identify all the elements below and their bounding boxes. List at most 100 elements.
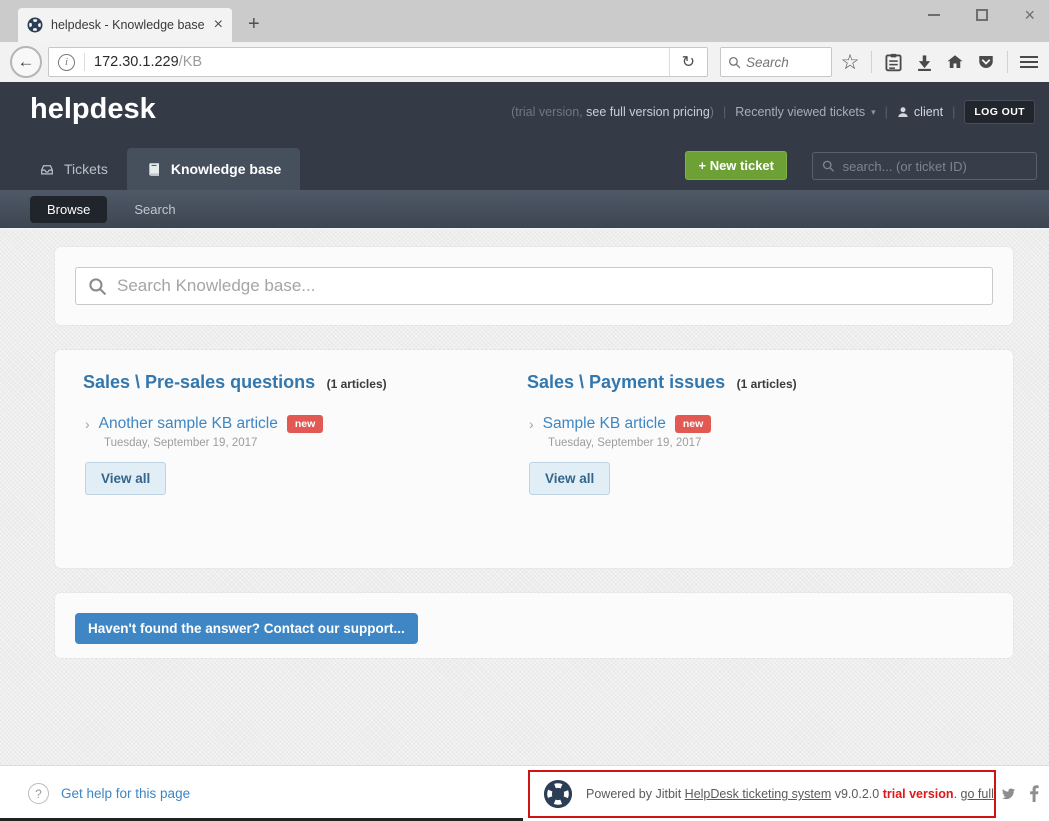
category-article-count: (1 articles) <box>327 377 387 391</box>
article-date: Tuesday, September 19, 2017 <box>104 437 527 449</box>
social-links <box>1000 785 1039 802</box>
kb-search-card <box>55 247 1013 325</box>
article-row: › Another sample KB article new <box>83 415 527 433</box>
browser-search-input[interactable] <box>746 55 814 70</box>
page-content: Sales \ Pre-sales questions (1 articles)… <box>0 228 1049 765</box>
pocket-icon[interactable] <box>976 51 996 73</box>
kb-subnav: Browse Search <box>0 190 1049 228</box>
contact-support-button[interactable]: Haven't found the answer? Contact our su… <box>75 613 418 644</box>
url-divider <box>84 53 85 71</box>
category-article-count: (1 articles) <box>737 377 797 391</box>
new-badge: new <box>675 415 711 433</box>
ticket-search-field[interactable] <box>812 152 1037 180</box>
page-footer: ? Get help for this page Powered by Jitb… <box>0 765 1049 821</box>
window-minimize-icon[interactable] <box>928 14 940 16</box>
site-info-icon[interactable]: i <box>58 54 75 71</box>
meta-separator: | <box>952 105 955 119</box>
trial-version-note: (trial version, see full version pricing… <box>511 105 714 119</box>
full-version-pricing-link[interactable]: see full version pricing <box>586 105 710 119</box>
kb-search-field[interactable] <box>75 267 993 305</box>
jitbit-logo-icon <box>543 779 573 809</box>
inbox-icon <box>39 162 55 177</box>
help-question-icon: ? <box>28 783 49 804</box>
article-row: › Sample KB article new <box>527 415 971 433</box>
chevron-right-icon: › <box>529 416 534 432</box>
go-full-link[interactable]: go full <box>961 787 994 801</box>
tab-knowledge-base-label: Knowledge base <box>171 161 281 177</box>
url-bar[interactable]: i 172.30.1.229/KB ↻ <box>48 47 708 77</box>
subnav-browse[interactable]: Browse <box>30 196 107 223</box>
downloads-icon[interactable] <box>914 51 934 73</box>
tab-knowledge-base[interactable]: Knowledge base <box>127 148 300 190</box>
toolbar-divider <box>871 51 872 73</box>
back-button[interactable]: ← <box>10 46 42 78</box>
helpdesk-system-link[interactable]: HelpDesk ticketing system <box>685 787 832 801</box>
search-icon <box>822 159 835 173</box>
url-path: /KB <box>179 54 202 70</box>
browser-tab[interactable]: helpdesk - Knowledge base × <box>18 8 232 42</box>
article-link[interactable]: Another sample KB article <box>99 415 278 433</box>
window-maximize-icon[interactable] <box>976 9 988 21</box>
view-all-button[interactable]: View all <box>85 462 166 495</box>
logout-button[interactable]: LOG OUT <box>964 100 1035 124</box>
category-heading: Sales \ Payment issues (1 articles) <box>527 372 971 393</box>
url-text[interactable]: 172.30.1.229/KB <box>94 54 669 70</box>
new-badge: new <box>287 415 323 433</box>
kb-category: Sales \ Pre-sales questions (1 articles)… <box>83 372 527 546</box>
user-icon <box>897 106 909 118</box>
kb-categories-card: Sales \ Pre-sales questions (1 articles)… <box>55 350 1013 568</box>
bookmarks-menu-icon[interactable] <box>883 51 903 73</box>
meta-separator: | <box>885 105 888 119</box>
get-help-link[interactable]: Get help for this page <box>61 786 190 801</box>
meta-separator: | <box>723 105 726 119</box>
contact-support-card: Haven't found the answer? Contact our su… <box>55 593 1013 658</box>
chevron-down-icon: ▾ <box>871 107 876 118</box>
new-ticket-button[interactable]: + New ticket <box>685 151 787 180</box>
article-link[interactable]: Sample KB article <box>543 415 666 433</box>
user-menu[interactable]: client <box>897 105 943 119</box>
app-header: helpdesk (trial version, see full versio… <box>0 82 1049 190</box>
header-meta: (trial version, see full version pricing… <box>511 100 1035 124</box>
help-group: ? Get help for this page <box>28 783 190 804</box>
jitbit-favicon-icon <box>27 17 43 33</box>
toolbar-icons: ☆ <box>840 51 1039 73</box>
browser-titlebar: helpdesk - Knowledge base × + × <box>0 0 1049 42</box>
view-all-button[interactable]: View all <box>529 462 610 495</box>
bookmark-star-icon[interactable]: ☆ <box>840 51 860 73</box>
tab-tickets-label: Tickets <box>64 161 108 177</box>
category-heading: Sales \ Pre-sales questions (1 articles) <box>83 372 527 393</box>
browser-search-field[interactable] <box>720 47 832 77</box>
window-controls: × <box>928 2 1035 28</box>
main-tabs: Tickets Knowledge base <box>20 148 300 190</box>
browser-toolbar: ← i 172.30.1.229/KB ↻ ☆ <box>0 42 1049 82</box>
search-icon <box>88 277 107 296</box>
window-close-icon[interactable]: × <box>1024 6 1035 24</box>
powered-by-text: Powered by Jitbit HelpDesk ticketing sys… <box>586 787 994 801</box>
reload-button[interactable]: ↻ <box>669 48 707 76</box>
kb-search-input[interactable] <box>117 276 980 296</box>
subnav-search[interactable]: Search <box>134 202 175 217</box>
kb-category: Sales \ Payment issues (1 articles) › Sa… <box>527 372 971 546</box>
tab-close-icon[interactable]: × <box>214 17 223 33</box>
category-title-link[interactable]: Sales \ Pre-sales questions <box>83 372 315 392</box>
book-icon <box>146 162 162 177</box>
article-date: Tuesday, September 19, 2017 <box>548 437 971 449</box>
tab-tickets[interactable]: Tickets <box>20 148 127 190</box>
username: client <box>914 105 943 119</box>
toolbar-divider <box>1007 51 1008 73</box>
recently-viewed-dropdown[interactable]: Recently viewed tickets▾ <box>735 105 875 119</box>
facebook-icon[interactable] <box>1029 785 1039 802</box>
home-icon[interactable] <box>945 51 965 73</box>
twitter-icon[interactable] <box>1000 786 1017 801</box>
ticket-search-input[interactable] <box>843 159 1027 174</box>
chevron-right-icon: › <box>85 416 90 432</box>
powered-by-highlight: Powered by Jitbit HelpDesk ticketing sys… <box>528 770 996 818</box>
new-tab-button[interactable]: + <box>248 14 260 34</box>
menu-hamburger-icon[interactable] <box>1019 51 1039 73</box>
trial-version-label: trial version <box>883 787 954 801</box>
search-icon <box>728 56 741 69</box>
category-title-link[interactable]: Sales \ Payment issues <box>527 372 725 392</box>
browser-tab-title: helpdesk - Knowledge base <box>51 18 206 32</box>
reload-icon: ↻ <box>682 52 695 72</box>
app-logo[interactable]: helpdesk <box>30 93 156 126</box>
